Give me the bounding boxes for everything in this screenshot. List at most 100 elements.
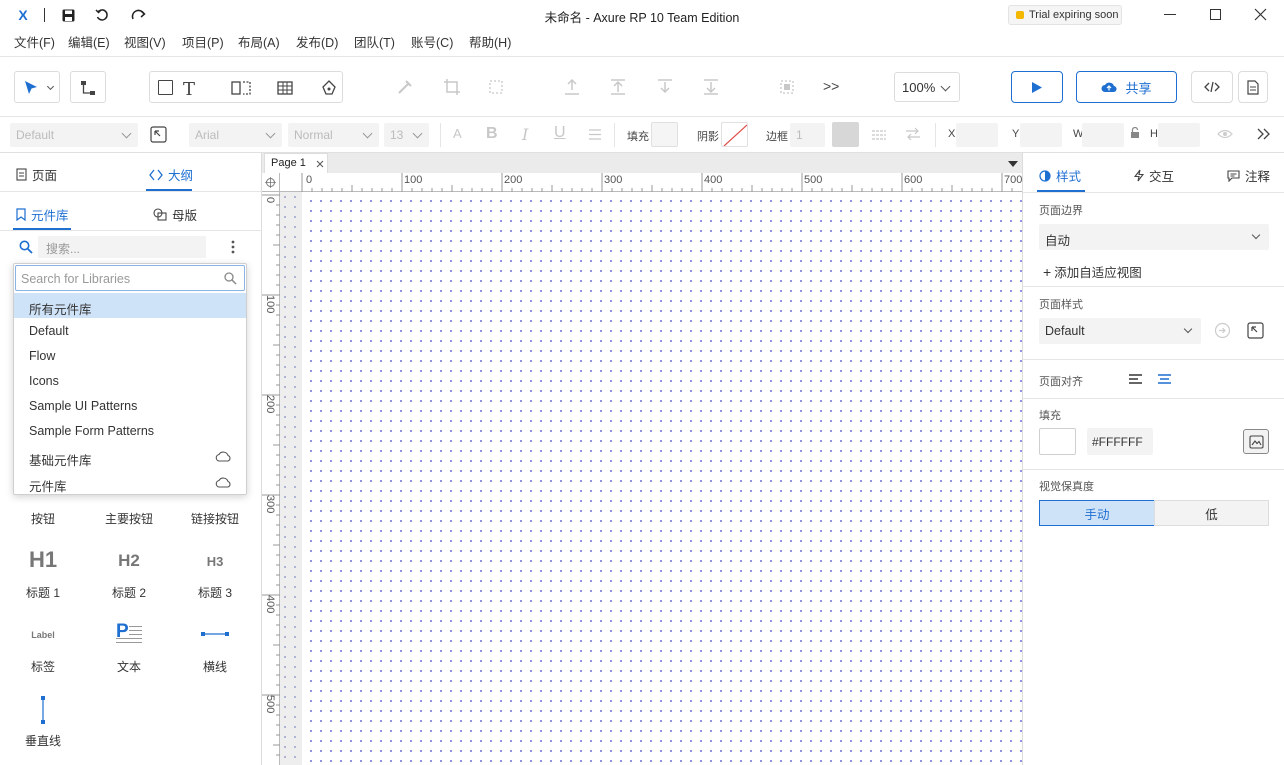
widget-heading-3[interactable]: 标题 3 bbox=[172, 584, 258, 601]
close-tab-icon[interactable] bbox=[316, 160, 324, 168]
close-icon[interactable] bbox=[1254, 8, 1267, 21]
text-color-icon[interactable]: A bbox=[453, 126, 462, 141]
font-size-select[interactable]: 13 bbox=[384, 123, 429, 147]
library-option-widgets[interactable]: 元件库 bbox=[29, 476, 67, 495]
minimize-icon[interactable] bbox=[1164, 14, 1176, 15]
shadow-color-swatch[interactable] bbox=[721, 122, 748, 147]
connector-tool-button[interactable] bbox=[70, 71, 106, 103]
visibility-icon[interactable] bbox=[1217, 129, 1233, 139]
tab-menu-icon[interactable] bbox=[1008, 161, 1018, 167]
menu-team[interactable]: 团队(T) bbox=[354, 30, 395, 57]
menu-edit[interactable]: 编辑(E) bbox=[68, 30, 110, 57]
apply-style-icon[interactable] bbox=[1214, 322, 1231, 339]
send-backward-icon[interactable] bbox=[656, 78, 674, 96]
font-family-select[interactable]: Arial bbox=[189, 123, 282, 147]
tab-style[interactable]: 样式 bbox=[1039, 166, 1081, 185]
tab-libraries[interactable]: 元件库 bbox=[16, 205, 69, 224]
page-style-select[interactable]: Default bbox=[1039, 318, 1201, 344]
pen-tool-icon[interactable] bbox=[320, 79, 338, 97]
align-left-icon[interactable] bbox=[1128, 373, 1143, 385]
bring-to-front-icon[interactable] bbox=[609, 78, 627, 96]
rectangle-icon[interactable] bbox=[158, 80, 173, 95]
preview-button[interactable] bbox=[1011, 71, 1063, 103]
page-tab[interactable]: Page 1 bbox=[264, 153, 328, 173]
border-color-swatch[interactable] bbox=[832, 122, 859, 147]
library-option-basic[interactable]: 基础元件库 bbox=[29, 450, 92, 469]
list-icon[interactable] bbox=[588, 129, 602, 140]
library-option-all[interactable]: 所有元件库 bbox=[29, 299, 92, 318]
widget-button[interactable]: 按钮 bbox=[0, 510, 86, 527]
italic-icon[interactable]: I bbox=[522, 125, 528, 144]
fill-image-button[interactable] bbox=[1243, 429, 1269, 454]
w-input[interactable] bbox=[1082, 123, 1124, 147]
code-button[interactable] bbox=[1191, 71, 1233, 103]
group-icon[interactable] bbox=[778, 78, 796, 96]
tab-masters[interactable]: 母版 bbox=[153, 205, 197, 224]
fill-color-swatch[interactable] bbox=[1039, 428, 1076, 455]
lock-icon[interactable] bbox=[1130, 127, 1140, 139]
expand-format-icon[interactable] bbox=[1257, 128, 1270, 140]
style-manager-icon[interactable] bbox=[150, 126, 167, 143]
tab-interactions[interactable]: 交互 bbox=[1134, 166, 1174, 185]
widget-label[interactable]: 标签 bbox=[0, 658, 86, 675]
align-center-icon[interactable] bbox=[1157, 373, 1172, 385]
widget-text[interactable]: 文本 bbox=[86, 658, 172, 675]
add-adaptive-view-link[interactable]: + 添加自适应视图 bbox=[1043, 262, 1142, 281]
trial-badge[interactable]: Trial expiring soon bbox=[1008, 5, 1122, 25]
ruler-corner[interactable] bbox=[262, 173, 280, 192]
menu-help[interactable]: 帮助(H) bbox=[469, 30, 511, 57]
menu-view[interactable]: 视图(V) bbox=[124, 30, 166, 57]
widget-horizontal-line[interactable]: 横线 bbox=[172, 658, 258, 675]
eyedropper-icon[interactable] bbox=[396, 78, 414, 96]
library-option-icons[interactable]: Icons bbox=[29, 374, 59, 388]
menu-project[interactable]: 项目(P) bbox=[182, 30, 224, 57]
tab-outline[interactable]: 大纲 bbox=[149, 165, 193, 184]
bring-forward-icon[interactable] bbox=[563, 78, 581, 96]
more-options-icon[interactable] bbox=[231, 240, 235, 254]
text-tool-icon[interactable]: T bbox=[183, 79, 195, 100]
widget-vertical-line[interactable]: 垂直线 bbox=[0, 732, 86, 749]
x-input[interactable] bbox=[956, 123, 998, 147]
design-canvas[interactable] bbox=[302, 192, 1022, 765]
menu-file[interactable]: 文件(F) bbox=[14, 30, 55, 57]
border-width-input[interactable]: 1 bbox=[790, 123, 825, 147]
page-bounds-select[interactable]: 自动 bbox=[1039, 224, 1269, 250]
menu-publish[interactable]: 发布(D) bbox=[296, 30, 338, 57]
menu-layout[interactable]: 布局(A) bbox=[238, 30, 280, 57]
widget-heading-2[interactable]: 标题 2 bbox=[86, 584, 172, 601]
select-tool-group[interactable] bbox=[14, 71, 60, 103]
send-to-back-icon[interactable] bbox=[702, 78, 720, 96]
arrow-style-icon[interactable] bbox=[905, 127, 921, 141]
widget-link-button[interactable]: 链接按钮 bbox=[172, 510, 258, 527]
fill-hex-input[interactable]: #FFFFFF bbox=[1087, 428, 1153, 455]
crop-icon[interactable] bbox=[443, 78, 461, 96]
document-button[interactable] bbox=[1238, 71, 1268, 103]
style-manager-icon[interactable] bbox=[1247, 322, 1264, 339]
share-button[interactable]: 共享 bbox=[1076, 71, 1177, 103]
tab-notes[interactable]: 注释 bbox=[1227, 166, 1270, 185]
y-input[interactable] bbox=[1020, 123, 1062, 147]
border-style-icon[interactable] bbox=[871, 129, 887, 140]
fill-color-swatch[interactable] bbox=[651, 122, 678, 147]
widget-heading-1[interactable]: 标题 1 bbox=[0, 584, 86, 601]
library-option-sample-ui[interactable]: Sample UI Patterns bbox=[29, 399, 137, 413]
maximize-icon[interactable] bbox=[1210, 9, 1221, 20]
menu-account[interactable]: 账号(C) bbox=[411, 30, 453, 57]
style-select[interactable]: Default bbox=[10, 123, 138, 147]
fidelity-low-button[interactable]: 低 bbox=[1154, 500, 1269, 526]
widget-primary-button[interactable]: 主要按钮 bbox=[86, 510, 172, 527]
zoom-select[interactable]: 100% bbox=[894, 72, 960, 102]
transform-icon[interactable] bbox=[487, 78, 505, 96]
underline-icon[interactable]: U bbox=[554, 124, 566, 142]
library-search-input[interactable]: Search for Libraries bbox=[15, 265, 245, 291]
h-input[interactable] bbox=[1158, 123, 1200, 147]
more-tools-button[interactable]: >> bbox=[823, 78, 839, 94]
tab-pages[interactable]: 页面 bbox=[16, 165, 57, 184]
library-option-sample-form[interactable]: Sample Form Patterns bbox=[29, 424, 154, 438]
library-option-flow[interactable]: Flow bbox=[29, 349, 55, 363]
search-input[interactable]: 搜索... bbox=[38, 236, 206, 258]
font-weight-select[interactable]: Normal bbox=[288, 123, 379, 147]
bold-icon[interactable]: B bbox=[486, 125, 498, 143]
library-option-default[interactable]: Default bbox=[29, 324, 69, 338]
hotspot-icon[interactable] bbox=[231, 81, 251, 95]
